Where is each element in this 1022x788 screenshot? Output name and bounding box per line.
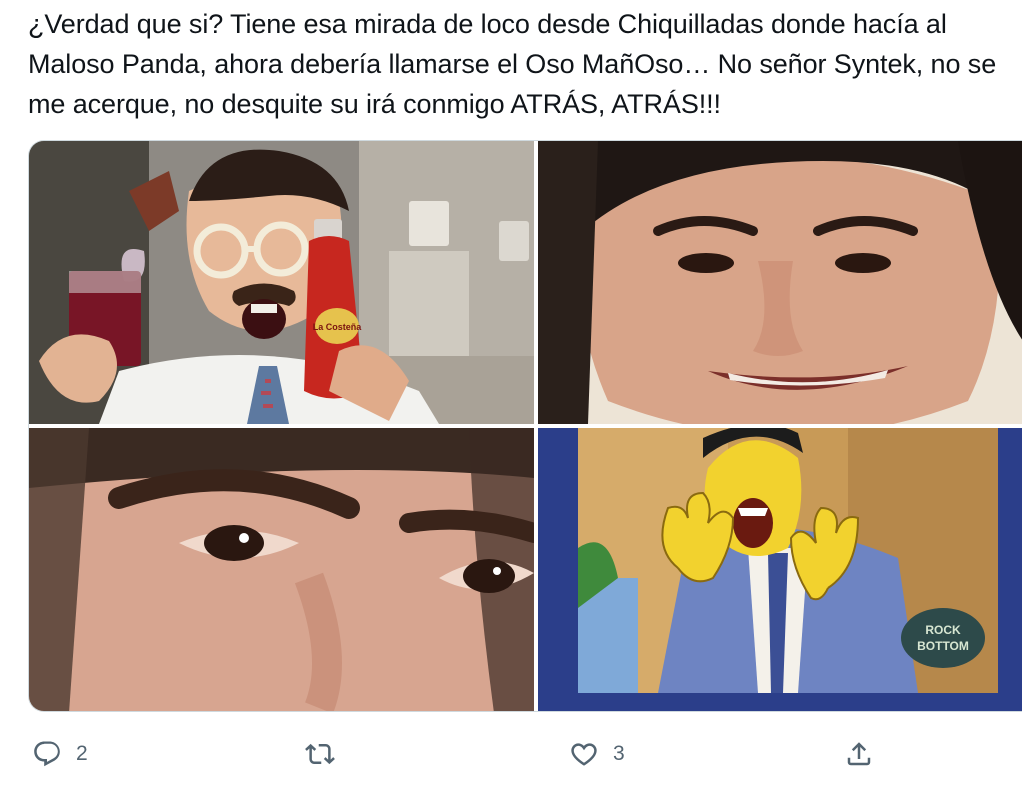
retweet-button[interactable] <box>303 732 349 776</box>
bottle-label-text: La Costeña <box>313 322 363 332</box>
media-photo-1[interactable]: La Costeña <box>29 141 534 424</box>
young-man-smiling-image <box>538 141 1022 424</box>
like-count: 3 <box>613 742 625 765</box>
cartoon-character-image: ROCK BOTTOM <box>538 428 1022 711</box>
sign-text-rock: ROCK <box>925 623 961 637</box>
media-photo-2[interactable] <box>538 141 1022 424</box>
reply-count: 2 <box>76 742 88 765</box>
heart-icon <box>567 737 601 771</box>
share-button[interactable] <box>842 732 888 776</box>
media-photo-3[interactable] <box>29 428 534 711</box>
tweet-text: ¿Verdad que si? Tiene esa mirada de loco… <box>28 9 997 119</box>
media-grid: La Costeña ROCK BOTTOM <box>28 140 1022 712</box>
sign-text-bottom: BOTTOM <box>917 639 969 653</box>
media-photo-4[interactable]: ROCK BOTTOM <box>538 428 1022 711</box>
tweet-action-bar: 2 3 <box>0 722 1022 788</box>
reply-icon <box>30 737 64 771</box>
man-with-ketchup-image: La Costeña <box>29 141 534 424</box>
like-button[interactable]: 3 <box>567 732 625 776</box>
eyes-closeup-image <box>29 428 534 711</box>
share-icon <box>842 737 876 771</box>
retweet-icon <box>303 737 337 771</box>
reply-button[interactable]: 2 <box>30 732 88 776</box>
